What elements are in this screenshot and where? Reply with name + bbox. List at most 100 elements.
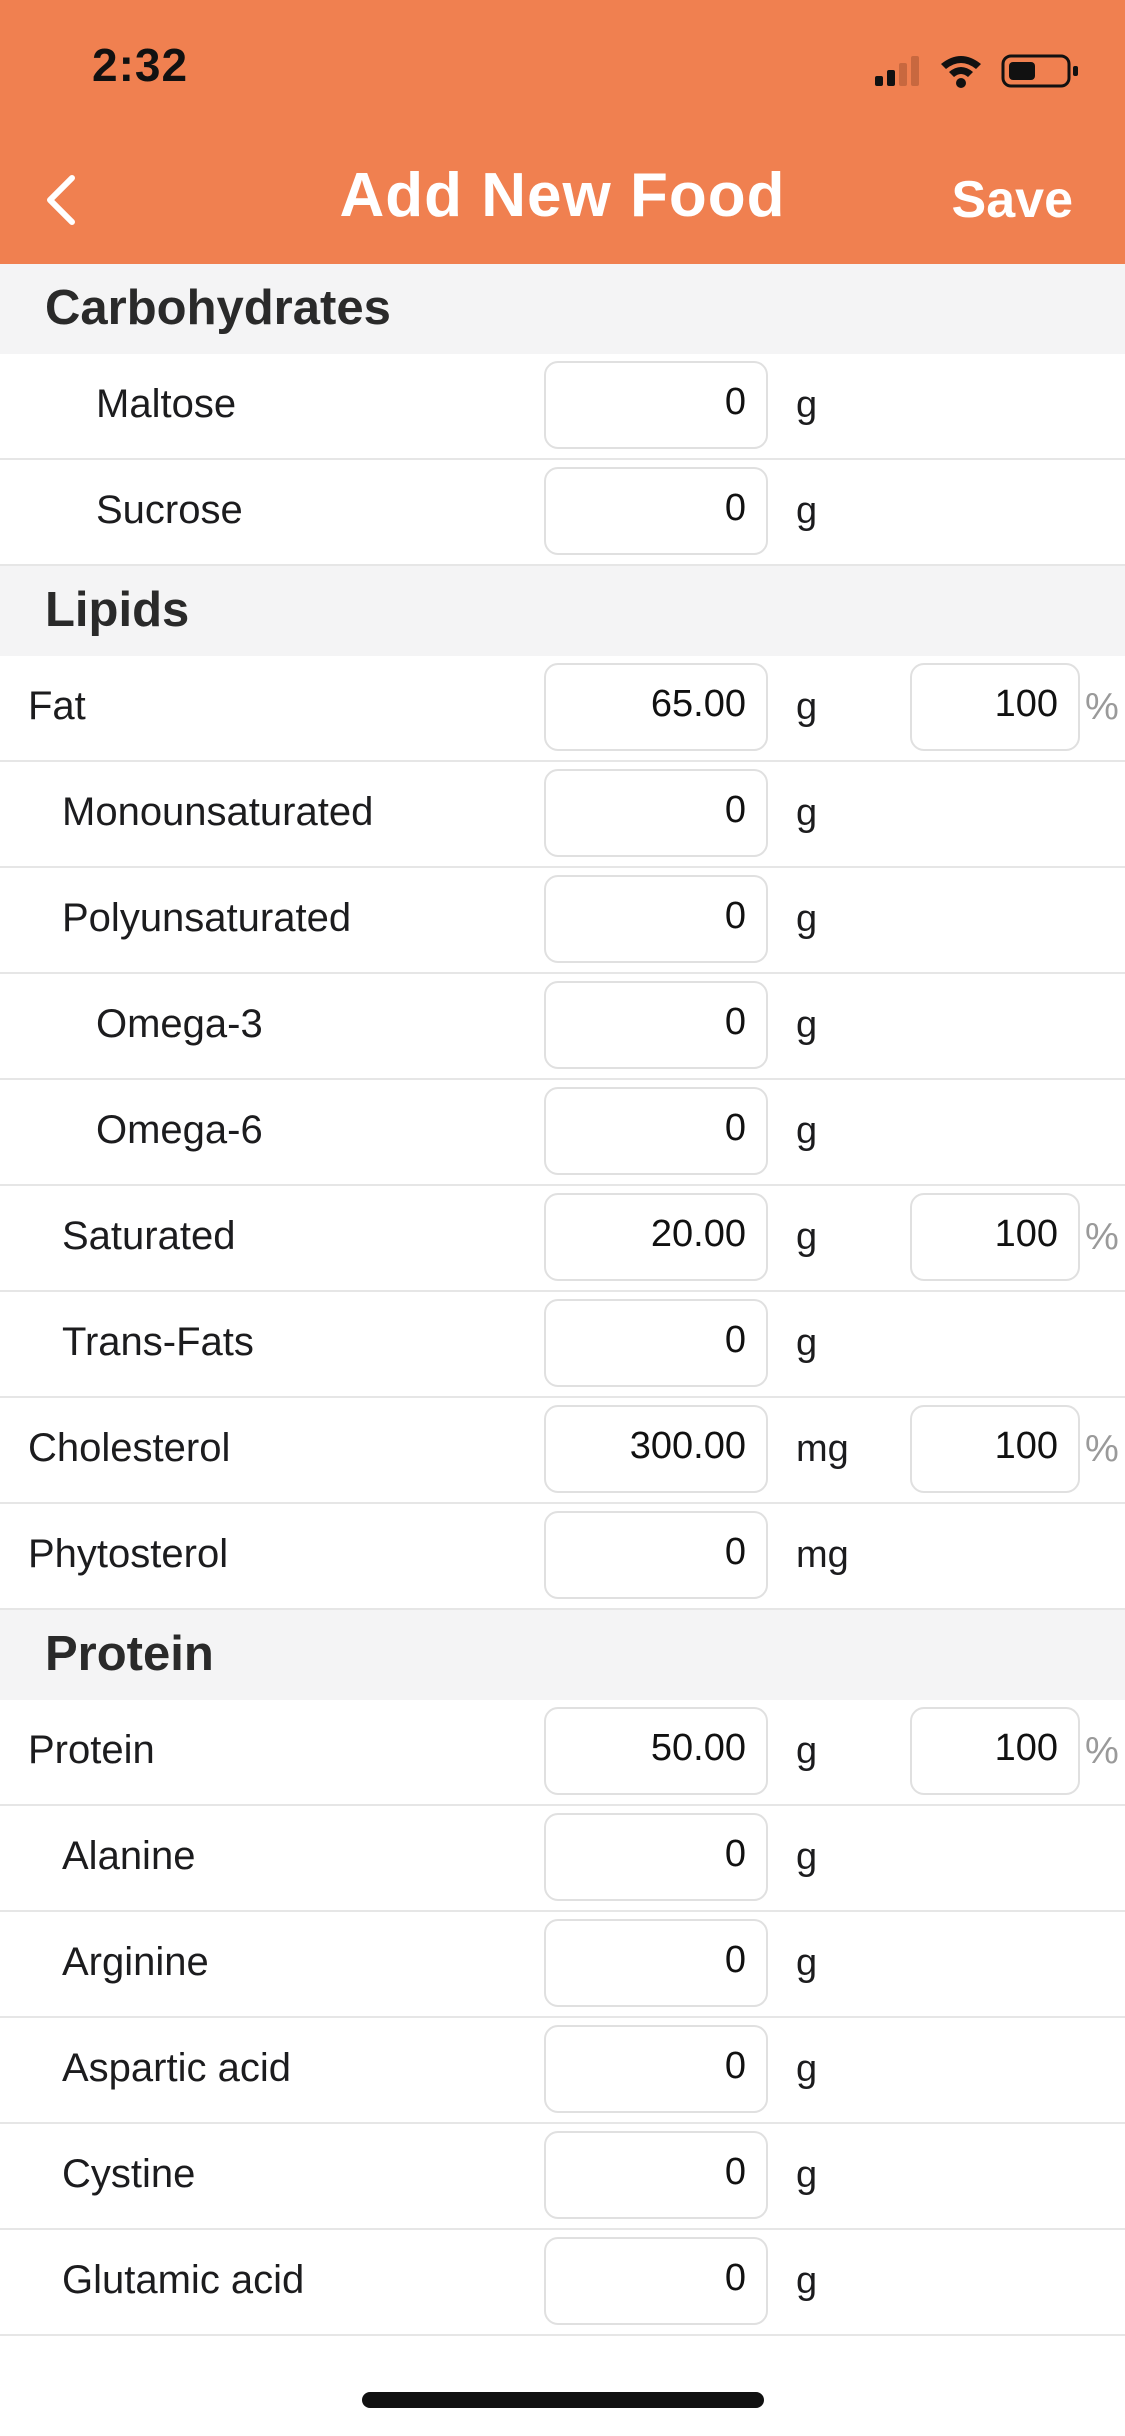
unit-label: g	[796, 384, 818, 426]
nutrient-row: Monounsaturated 0 g	[0, 762, 1125, 868]
nutrient-amount-field[interactable]: 0	[544, 1511, 768, 1599]
nutrient-label: Saturated	[62, 1214, 236, 1258]
nutrient-row: Polyunsaturated 0 g	[0, 868, 1125, 974]
home-indicator	[362, 2392, 764, 2408]
percent-symbol: %	[1085, 1730, 1119, 1772]
nutrient-amount-value: 0	[724, 487, 746, 529]
nutrient-row: Alanine 0 g	[0, 1806, 1125, 1912]
nutrient-amount-value: 0	[724, 1833, 746, 1875]
nutrient-label: Alanine	[62, 1834, 196, 1878]
nutrient-amount-field[interactable]: 0	[544, 2237, 768, 2325]
nutrient-amount-field[interactable]: 0	[544, 2131, 768, 2219]
unit-label: g	[796, 1216, 818, 1258]
nutrient-row: Cystine 0 g	[0, 2124, 1125, 2230]
unit-label: g	[796, 1110, 818, 1152]
nutrient-amount-value: 0	[724, 1001, 746, 1043]
save-button[interactable]: Save	[952, 170, 1073, 230]
unit-label: g	[796, 1730, 818, 1772]
unit-label: g	[796, 1836, 818, 1878]
nutrient-row: Glutamic acid 0 g	[0, 2230, 1125, 2336]
unit-label: g	[796, 1322, 818, 1364]
nutrient-amount-field[interactable]: 0	[544, 1919, 768, 2007]
nutrient-amount-value: 0	[724, 1107, 746, 1149]
unit-label: g	[796, 1942, 818, 1984]
nutrient-amount-field[interactable]: 0	[544, 2025, 768, 2113]
percent-symbol: %	[1085, 686, 1119, 728]
nutrient-amount-field[interactable]: 0	[544, 1299, 768, 1387]
nutrient-amount-value: 0	[724, 381, 746, 423]
nutrient-label: Polyunsaturated	[62, 896, 352, 940]
nutrient-label: Arginine	[62, 1940, 209, 1984]
daily-value-percent-value: 100	[994, 683, 1058, 725]
unit-label: g	[796, 1004, 818, 1046]
daily-value-percent-field[interactable]: 100	[910, 1193, 1080, 1281]
navigation-bar: Add New Food Save	[0, 130, 1125, 264]
nutrient-amount-field[interactable]: 65.00	[544, 663, 768, 751]
unit-label: g	[796, 2048, 818, 2090]
nutrient-label: Protein	[28, 1728, 155, 1772]
cellular-signal-icon	[875, 56, 919, 86]
unit-label: mg	[796, 1428, 849, 1470]
nutrient-amount-value: 20.00	[650, 1213, 746, 1255]
nutrient-row: Sucrose 0 g	[0, 460, 1125, 566]
nutrient-amount-field[interactable]: 0	[544, 361, 768, 449]
daily-value-percent-value: 100	[994, 1213, 1058, 1255]
wifi-icon	[941, 56, 981, 88]
nutrient-label: Sucrose	[96, 488, 243, 532]
nutrient-label: Glutamic acid	[62, 2258, 305, 2302]
nutrient-label: Aspartic acid	[62, 2046, 291, 2090]
nutrient-amount-field[interactable]: 0	[544, 467, 768, 555]
section-title: Protein	[45, 1627, 214, 1681]
unit-label: g	[796, 686, 818, 728]
nutrient-row: Saturated 20.00 g 100%	[0, 1186, 1125, 1292]
nutrient-row: Arginine 0 g	[0, 1912, 1125, 2018]
daily-value-percent-value: 100	[994, 1425, 1058, 1467]
nutrient-row: Omega-3 0 g	[0, 974, 1125, 1080]
unit-label: mg	[796, 1534, 849, 1576]
status-icons	[875, 50, 1085, 90]
battery-icon	[1001, 54, 1078, 88]
nutrient-amount-field[interactable]: 50.00	[544, 1707, 768, 1795]
percent-symbol: %	[1085, 1216, 1119, 1258]
unit-label: g	[796, 490, 818, 532]
nutrient-amount-value: 300.00	[629, 1425, 746, 1467]
nutrient-row: Cholesterol 300.00 mg 100%	[0, 1398, 1125, 1504]
nutrient-label: Maltose	[96, 382, 237, 426]
nutrient-row: Protein 50.00 g 100%	[0, 1700, 1125, 1806]
nutrient-amount-value: 0	[724, 2151, 746, 2193]
nutrient-label: Phytosterol	[28, 1532, 229, 1576]
section-title: Lipids	[45, 583, 190, 637]
nutrient-label: Trans-Fats	[62, 1320, 254, 1364]
nutrient-amount-value: 0	[724, 1319, 746, 1361]
nutrient-label: Cystine	[62, 2152, 196, 2196]
nutrient-amount-field[interactable]: 0	[544, 875, 768, 963]
nutrient-amount-field[interactable]: 0	[544, 769, 768, 857]
status-time: 2:32	[92, 39, 189, 91]
nutrient-amount-value: 0	[724, 2045, 746, 2087]
nutrient-amount-value: 0	[724, 789, 746, 831]
nutrient-label: Monounsaturated	[62, 790, 374, 834]
nutrient-label: Omega-6	[96, 1108, 263, 1152]
nutrient-amount-field[interactable]: 0	[544, 981, 768, 1069]
nutrient-amount-field[interactable]: 0	[544, 1087, 768, 1175]
nutrient-row: Phytosterol 0 mg	[0, 1504, 1125, 1610]
section-header: Carbohydrates	[0, 264, 1125, 354]
unit-label: g	[796, 2154, 818, 2196]
nutrient-amount-field[interactable]: 0	[544, 1813, 768, 1901]
status-bar: 2:32	[0, 0, 1125, 130]
daily-value-percent-field[interactable]: 100	[910, 663, 1080, 751]
daily-value-percent-field[interactable]: 100	[910, 1707, 1080, 1795]
nutrient-amount-value: 0	[724, 2257, 746, 2299]
nutrient-row: Omega-6 0 g	[0, 1080, 1125, 1186]
section-header: Protein	[0, 1610, 1125, 1700]
nutrient-row: Aspartic acid 0 g	[0, 2018, 1125, 2124]
section-title: Carbohydrates	[45, 281, 391, 335]
daily-value-percent-field[interactable]: 100	[910, 1405, 1080, 1493]
section-header: Lipids	[0, 566, 1125, 656]
nutrient-amount-field[interactable]: 20.00	[544, 1193, 768, 1281]
nutrient-amount-field[interactable]: 300.00	[544, 1405, 768, 1493]
nutrient-amount-value: 0	[724, 1531, 746, 1573]
unit-label: g	[796, 898, 818, 940]
nutrient-amount-value: 0	[724, 895, 746, 937]
nutrient-amount-value: 0	[724, 1939, 746, 1981]
